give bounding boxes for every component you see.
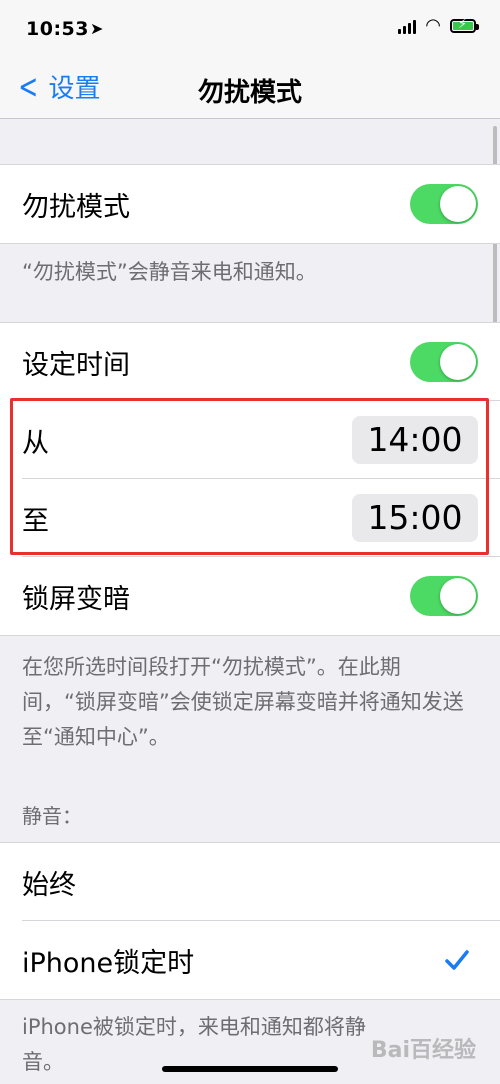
- wifi-icon: ◠: [425, 15, 441, 36]
- battery-charging-icon: ⚡: [450, 17, 479, 33]
- dnd-row: 勿扰模式: [0, 165, 500, 243]
- location-arrow-icon: ➤: [90, 19, 104, 38]
- dnd-note: “勿扰模式”会静音来电和通知。: [22, 260, 317, 284]
- dnd-toggle[interactable]: [410, 184, 478, 224]
- schedule-toggle[interactable]: [410, 342, 478, 382]
- page-title: 勿扰模式: [197, 78, 302, 108]
- navigation-bar: < 设置 勿扰模式: [0, 58, 500, 119]
- silence-option-always[interactable]: 始终: [0, 843, 500, 921]
- highlight-box: [10, 398, 489, 555]
- silence-option-label: 始终: [22, 869, 76, 901]
- dnd-group: 勿扰模式: [0, 164, 500, 244]
- schedule-label: 设定时间: [22, 349, 130, 381]
- dim-lock-toggle[interactable]: [410, 576, 478, 616]
- watermark: Bai百经验: [370, 1038, 476, 1063]
- dnd-label: 勿扰模式: [22, 191, 130, 223]
- silence-group: 始终 iPhone锁定时: [0, 842, 500, 1000]
- dim-lock-row: 锁屏变暗: [0, 557, 500, 635]
- signal-icon: [398, 18, 417, 34]
- silence-option-locked[interactable]: iPhone锁定时: [0, 921, 500, 999]
- status-icons: ◠ ⚡: [398, 15, 479, 36]
- checkmark-icon: [445, 950, 469, 970]
- schedule-row: 设定时间: [0, 323, 500, 401]
- dim-lock-note: 在您所选时间段打开“勿扰模式”。在此期间，“锁屏变暗”会使锁定屏幕变暗并将通知发…: [22, 655, 464, 749]
- dim-lock-label: 锁屏变暗: [22, 583, 130, 615]
- status-time: 10:53: [26, 18, 89, 40]
- silence-option-label: iPhone锁定时: [22, 947, 195, 979]
- home-indicator[interactable]: [162, 1066, 338, 1072]
- silence-header: 静音：: [22, 804, 82, 828]
- status-bar: 10:53 ➤ ◠ ⚡: [0, 0, 500, 58]
